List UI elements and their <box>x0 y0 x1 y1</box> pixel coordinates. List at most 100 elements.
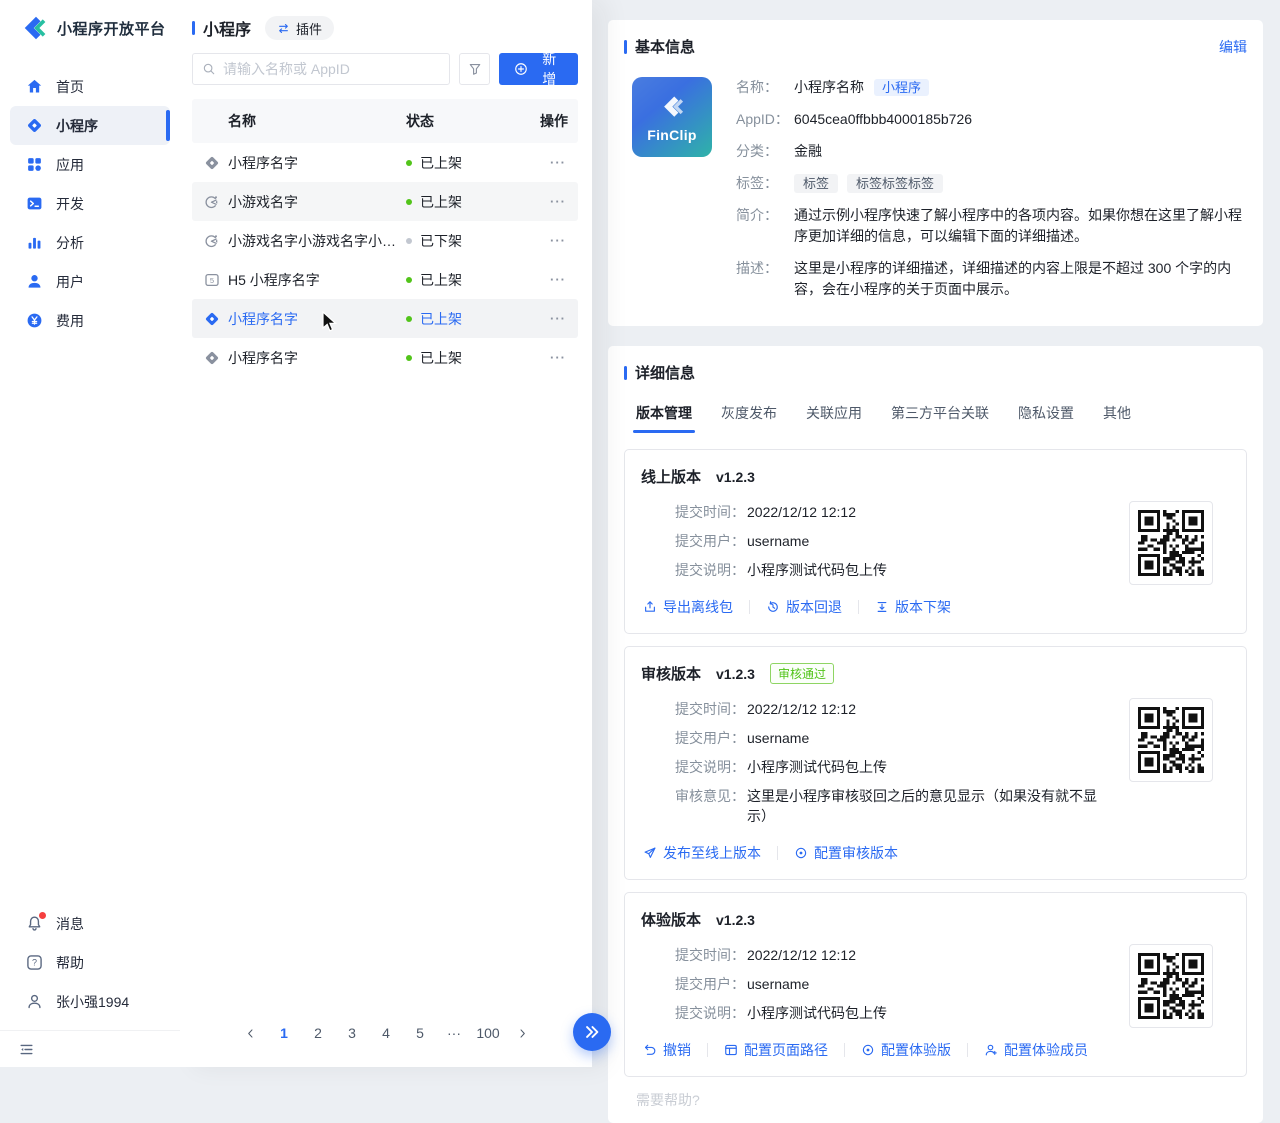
row-actions-button[interactable]: ··· <box>522 155 578 170</box>
field-label: 提交时间： <box>675 502 747 522</box>
tab-其他[interactable]: 其他 <box>1103 403 1131 433</box>
sidebar-item-用户[interactable]: 用户 <box>10 262 170 301</box>
expand-panel-button[interactable] <box>573 1013 611 1051</box>
table-row[interactable]: 小游戏名字 已上架··· <box>192 182 578 221</box>
row-name: 小程序名字 <box>228 348 298 368</box>
version-actions: 撤销 配置页面路径 配置体验版 配置体验成员 <box>643 1040 1230 1060</box>
collapse-sidebar-button[interactable] <box>0 1031 180 1067</box>
action-撤销[interactable]: 撤销 <box>643 1040 691 1060</box>
sidebar-item-应用[interactable]: 应用 <box>10 145 170 184</box>
table-row[interactable]: 小程序名字已上架··· <box>192 338 578 377</box>
pagination-page-2[interactable]: 2 <box>305 1019 331 1047</box>
field-label: 提交说明： <box>675 560 747 580</box>
action-separator <box>858 600 859 614</box>
search-input[interactable] <box>223 61 440 77</box>
sidebar-nav: 首页小程序应用开发分析用户费用 <box>0 67 180 340</box>
field-value: 2022/12/12 12:12 <box>747 502 856 522</box>
page-title: 小程序 <box>203 16 251 40</box>
action-配置审核版本[interactable]: 配置审核版本 <box>794 843 898 863</box>
table-row[interactable]: 小游戏名字小游戏名字小游戏名字已下架··· <box>192 221 578 260</box>
filter-button[interactable] <box>459 53 491 85</box>
row-actions-button[interactable]: ··· <box>522 350 578 365</box>
action-配置页面路径[interactable]: 配置页面路径 <box>724 1040 828 1060</box>
tab-灰度发布[interactable]: 灰度发布 <box>721 403 777 433</box>
version-title: 审核版本 <box>641 663 701 684</box>
pagination-page-3[interactable]: 3 <box>339 1019 365 1047</box>
detail-info-card: 详细信息 版本管理灰度发布关联应用第三方平台关联隐私设置其他 线上版本v1.2.… <box>608 346 1263 1123</box>
action-配置体验成员[interactable]: 配置体验成员 <box>984 1040 1088 1060</box>
sidebar-bottom-item-张小强1994[interactable]: 张小强1994 <box>0 982 180 1021</box>
home-icon <box>26 78 43 95</box>
row-status-cell: 已上架 <box>406 153 522 173</box>
row-name-cell: 小程序名字 <box>192 153 406 173</box>
version-field-row: 提交时间：2022/12/12 12:12 <box>675 502 1110 522</box>
action-版本回退[interactable]: 版本回退 <box>766 597 842 617</box>
action-发布至线上版本[interactable]: 发布至线上版本 <box>643 843 761 863</box>
action-separator <box>844 1043 845 1057</box>
row-name: 小游戏名字 <box>228 192 298 212</box>
sidebar-item-label: 应用 <box>56 155 84 175</box>
row-status-cell: 已上架 <box>406 192 522 212</box>
row-name: 小游戏名字小游戏名字小游戏名字 <box>228 231 406 251</box>
status-text: 已上架 <box>420 309 462 329</box>
field-label: 标签： <box>736 173 794 194</box>
row-actions-button[interactable]: ··· <box>522 233 578 248</box>
sidebar-item-分析[interactable]: 分析 <box>10 223 170 262</box>
sidebar-item-首页[interactable]: 首页 <box>10 67 170 106</box>
action-版本下架[interactable]: 版本下架 <box>875 597 951 617</box>
sidebar-bottom-item-帮助[interactable]: ?帮助 <box>0 943 180 982</box>
table-row[interactable]: 小程序名字已上架 ··· <box>192 299 578 338</box>
brand: 小程序开放平台 <box>0 0 180 53</box>
fee-icon <box>26 312 43 329</box>
miniapp-table: 名称 状态 操作 小程序名字已上架···小游戏名字已上架···小游戏名字小游戏名… <box>192 99 578 377</box>
sidebar-item-开发[interactable]: 开发 <box>10 184 170 223</box>
need-help-text[interactable]: 需要帮助? <box>624 1077 1247 1123</box>
field-value: 这里是小程序审核驳回之后的意见显示（如果没有就不显示） <box>747 786 1110 826</box>
sidebar-bottom: 消息 ?帮助张小强1994 <box>0 904 180 1067</box>
tab-版本管理[interactable]: 版本管理 <box>636 403 692 433</box>
pagination-page-100[interactable]: 100 <box>475 1019 501 1047</box>
pagination-page-4[interactable]: 4 <box>373 1019 399 1047</box>
collapse-icon <box>18 1041 35 1058</box>
dev-icon <box>26 195 43 212</box>
plugin-toggle[interactable]: 插件 <box>265 16 334 40</box>
pagination-page-1[interactable]: 1 <box>271 1019 297 1047</box>
miniapp-icon <box>204 350 220 366</box>
search-box[interactable] <box>192 53 450 85</box>
action-导出离线包[interactable]: 导出离线包 <box>643 597 733 617</box>
action-配置体验版[interactable]: 配置体验版 <box>861 1040 951 1060</box>
undo-icon <box>643 1043 657 1057</box>
tab-第三方平台关联[interactable]: 第三方平台关联 <box>891 403 989 433</box>
row-actions-button[interactable]: ··· <box>522 272 578 287</box>
row-name-cell: 小程序名字 <box>192 309 406 329</box>
version-qr-code[interactable] <box>1129 501 1213 585</box>
version-qr-code[interactable] <box>1129 698 1213 782</box>
sidebar-bottom-label: 消息 <box>56 914 84 934</box>
chevron-left-icon <box>244 1027 257 1040</box>
pagination-ellipsis[interactable]: ··· <box>441 1019 467 1047</box>
pagination-next-button[interactable] <box>509 1019 535 1047</box>
sidebar-bottom-label: 张小强1994 <box>56 992 129 1012</box>
sidebar-item-费用[interactable]: 费用 <box>10 301 170 340</box>
tab-隐私设置[interactable]: 隐私设置 <box>1018 403 1074 433</box>
table-row[interactable]: 小程序名字已上架··· <box>192 143 578 182</box>
plugin-toggle-label: 插件 <box>296 19 322 38</box>
sidebar-bottom-item-消息[interactable]: 消息 <box>0 904 180 943</box>
add-button-label: 新增 <box>535 49 563 89</box>
miniapp-icon <box>204 311 220 327</box>
row-actions-button[interactable]: ··· <box>522 311 578 326</box>
tab-关联应用[interactable]: 关联应用 <box>806 403 862 433</box>
row-actions-button[interactable]: ··· <box>522 194 578 209</box>
pagination-page-5[interactable]: 5 <box>407 1019 433 1047</box>
add-button[interactable]: 新增 <box>499 53 578 85</box>
sidebar-item-小程序[interactable]: 小程序 <box>10 106 170 145</box>
version-qr-code[interactable] <box>1129 944 1213 1028</box>
funnel-icon <box>468 62 482 76</box>
version-card-审核版本: 审核版本v1.2.3审核通过提交时间：2022/12/12 12:12提交用户：… <box>624 646 1247 880</box>
edit-link[interactable]: 编辑 <box>1219 37 1247 57</box>
field-value: 小程序测试代码包上传 <box>747 1003 887 1023</box>
version-number: v1.2.3 <box>716 666 755 682</box>
table-row[interactable]: 5H5 小程序名字已上架··· <box>192 260 578 299</box>
row-status-cell: 已上架 <box>406 309 522 329</box>
pagination-prev-button[interactable] <box>237 1019 263 1047</box>
